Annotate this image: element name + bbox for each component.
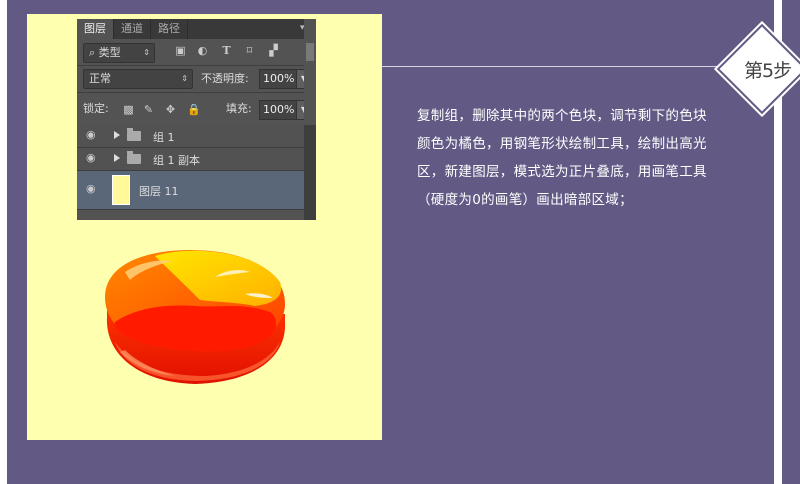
updown-icon: ⇕: [181, 74, 188, 83]
shape-filter-icon[interactable]: ⌑: [244, 45, 255, 56]
fill-label: 填充:: [226, 102, 252, 115]
layer-name: 图层 11: [139, 185, 179, 198]
expand-arrow-icon[interactable]: [114, 131, 120, 139]
layers-scrollbar[interactable]: [304, 125, 316, 220]
layer-name: 组 1: [153, 131, 175, 144]
search-icon: ⌕: [89, 46, 96, 59]
lock-brush-icon[interactable]: ✎: [143, 104, 154, 115]
folder-icon: [127, 151, 141, 164]
filter-kind-label: 类型: [98, 46, 121, 59]
lock-label: 锁定:: [83, 102, 109, 115]
opacity-label: 不透明度:: [201, 72, 249, 85]
layer-name: 组 1 副本: [153, 154, 200, 167]
type-filter-icon[interactable]: T: [221, 45, 232, 56]
panel-right-edge: [304, 19, 316, 125]
step-description: 复制组，删除其中的两个色块，调节剩下的色块颜色为橘色，用钢笔形状绘制工具，绘制出…: [417, 108, 707, 208]
folder-icon: [127, 128, 141, 141]
pixel-filter-icon[interactable]: ▣: [175, 45, 186, 56]
eye-icon[interactable]: ◉: [86, 129, 100, 140]
tab-paths[interactable]: 路径: [151, 19, 188, 39]
eye-icon[interactable]: ◉: [86, 183, 100, 194]
scrollbar-thumb[interactable]: [306, 43, 314, 61]
blend-row: 正常 ⇕ 不透明度: 100% ▼: [77, 66, 316, 93]
lock-move-icon[interactable]: ✥: [165, 104, 176, 115]
layer-row-group1[interactable]: ◉ 组 1: [77, 125, 304, 148]
smart-object-filter-icon[interactable]: ▞: [268, 45, 279, 56]
layer-row-group1-copy[interactable]: ◉ 组 1 副本: [77, 148, 304, 171]
step-badge-label: 第5步: [744, 60, 792, 82]
candy-illustration: [105, 250, 286, 384]
expand-arrow-icon[interactable]: [114, 154, 120, 162]
eye-icon[interactable]: ◉: [86, 152, 100, 163]
filter-row: ⌕ 类型 ⇕ ▣ ◐ T ⌑ ▞: [77, 39, 316, 66]
adjustment-filter-icon[interactable]: ◐: [197, 45, 208, 56]
layers-list: ◉ 组 1 ◉ 组 1 副本 ◉ 图层 11: [77, 125, 304, 210]
lock-all-icon[interactable]: 🔒: [187, 104, 201, 115]
lock-row: 锁定: ▩ ✎ ✥ 🔒 填充: 100% ▼: [77, 93, 316, 126]
layer-row-layer11[interactable]: ◉ 图层 11: [77, 171, 304, 210]
blend-mode-select[interactable]: 正常 ⇕: [83, 69, 193, 89]
layer-thumbnail: [112, 175, 130, 205]
divider-line: [382, 66, 727, 67]
lock-transparent-icon[interactable]: ▩: [123, 104, 134, 115]
panel-tabs: 图层 通道 路径 ▾≡: [77, 19, 316, 39]
fill-input[interactable]: 100%: [259, 100, 298, 120]
layers-panel: 图层 通道 路径 ▾≡ ⌕ 类型 ⇕ ▣ ◐ T ⌑ ▞ 正常 ⇕ 不透明度: …: [77, 19, 316, 220]
tab-layers[interactable]: 图层: [77, 19, 114, 39]
opacity-input[interactable]: 100%: [259, 69, 298, 89]
updown-icon: ⇕: [143, 48, 150, 57]
blend-mode-value: 正常: [89, 72, 111, 85]
filter-kind-select[interactable]: ⌕ 类型 ⇕: [83, 43, 155, 63]
tab-channels[interactable]: 通道: [114, 19, 151, 39]
